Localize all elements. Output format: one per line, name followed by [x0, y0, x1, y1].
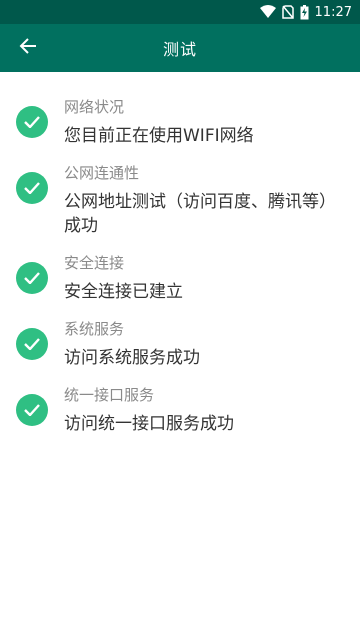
- item-description: 安全连接已建立: [64, 282, 183, 302]
- check-circle-icon: [16, 394, 48, 426]
- wifi-icon: [259, 5, 276, 19]
- item-title: 统一接口服务: [64, 386, 155, 404]
- list-item: 安全连接 安全连接已建立: [0, 252, 360, 304]
- status-time: 11:27: [314, 4, 352, 20]
- status-bar: 11:27: [0, 0, 360, 24]
- item-title: 网络状况: [64, 98, 125, 116]
- back-button[interactable]: [8, 28, 48, 68]
- app-bar: 测试: [0, 24, 360, 72]
- item-title: 安全连接: [64, 254, 125, 272]
- item-description: 访问系统服务成功: [64, 348, 200, 368]
- arrow-left-icon: [19, 37, 37, 59]
- list-item: 网络状况 您目前正在使用WIFI网络: [0, 96, 360, 148]
- item-title: 公网连通性: [64, 164, 140, 182]
- check-circle-icon: [16, 328, 48, 360]
- page-title: 测试: [162, 40, 197, 59]
- item-title: 系统服务: [64, 320, 125, 338]
- check-circle-icon: [16, 262, 48, 294]
- battery-charging-icon: [300, 4, 309, 20]
- no-sim-icon: [281, 5, 294, 19]
- list-item: 统一接口服务 访问统一接口服务成功: [0, 384, 360, 436]
- list-item: 系统服务 访问系统服务成功: [0, 318, 360, 370]
- check-circle-icon: [16, 106, 48, 138]
- check-circle-icon: [16, 172, 48, 204]
- test-result-list: 网络状况 您目前正在使用WIFI网络 公网连通性 公网地址测试（访问百度、腾讯等…: [0, 72, 360, 436]
- item-description: 您目前正在使用WIFI网络: [64, 126, 254, 146]
- item-description: 公网地址测试（访问百度、腾讯等）成功: [64, 192, 336, 236]
- item-description: 访问统一接口服务成功: [64, 414, 234, 434]
- list-item: 公网连通性 公网地址测试（访问百度、腾讯等）成功: [0, 162, 360, 238]
